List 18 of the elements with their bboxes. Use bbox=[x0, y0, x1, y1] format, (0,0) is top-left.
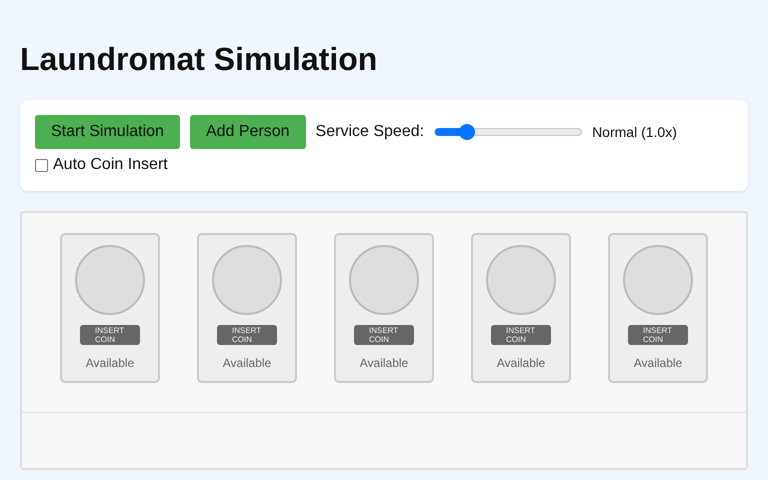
machine-status: Available bbox=[222, 356, 272, 370]
speed-label: Service Speed: bbox=[316, 123, 424, 141]
action-button[interactable]: Add Person bbox=[190, 115, 306, 149]
machine-status: Available bbox=[360, 356, 408, 370]
insert-coin-button[interactable]: INSERT COIN bbox=[354, 325, 414, 345]
insert-coin-button[interactable]: INSERT COIN bbox=[80, 325, 140, 345]
insert-coin-button[interactable]: INSERT COIN bbox=[491, 325, 551, 345]
machine-status: Available bbox=[496, 356, 546, 370]
machine-status: Available bbox=[634, 356, 682, 370]
auto-coin-checkbox[interactable] bbox=[35, 158, 48, 172]
insert-coin-button[interactable]: INSERT COIN bbox=[217, 325, 277, 345]
page-title: Laundromat Simulation bbox=[20, 40, 378, 79]
speed-reading: Normal (1.0x) bbox=[592, 124, 677, 140]
auto-coin-label: Auto Coin Insert bbox=[53, 156, 168, 174]
machine-status: Available bbox=[86, 356, 134, 370]
slider-thumb[interactable] bbox=[459, 124, 476, 140]
insert-coin-button[interactable]: INSERT COIN bbox=[628, 325, 688, 345]
action-button[interactable]: Start Simulation bbox=[35, 115, 180, 149]
